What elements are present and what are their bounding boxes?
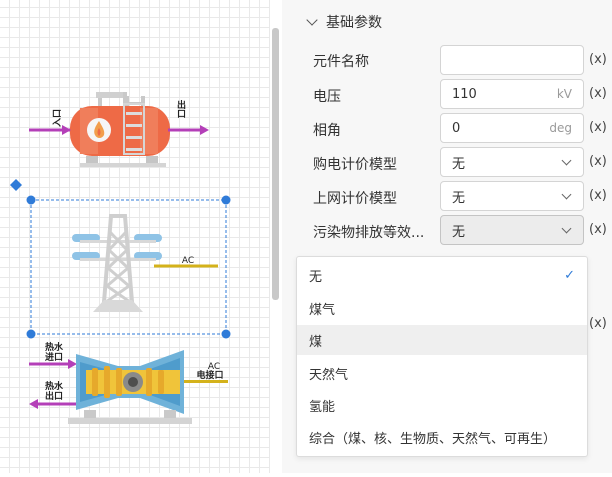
chevron-down-icon [306, 14, 318, 26]
gas-tank-component[interactable]: 入口 出口 [29, 92, 209, 167]
pollutant-emission-select[interactable]: 无 [440, 215, 584, 245]
expr-button-feedin-pricing[interactable]: (x) [589, 188, 607, 203]
tower-ac-label: AC [182, 256, 194, 266]
feedin-pricing-value: 无 [452, 190, 466, 206]
option-label: 氢能 [309, 399, 336, 415]
purchase-pricing-select[interactable]: 无 [440, 147, 584, 177]
voltage-value: 110 [452, 86, 477, 102]
svg-text:进口: 进口 [45, 351, 63, 363]
purchase-pricing-value: 无 [452, 156, 466, 172]
label-voltage: 电压 [313, 89, 341, 105]
diagram-canvas[interactable]: 入口 出口 AC 热水 进口 热水 出口 AC 电接口 [0, 0, 270, 473]
phase-angle-input[interactable]: 0 deg [440, 113, 584, 143]
option-label: 煤气 [309, 302, 336, 318]
canvas-scrollbar[interactable] [272, 28, 279, 300]
label-feedin-pricing: 上网计价模型 [313, 191, 397, 207]
phase-angle-value: 0 [452, 120, 461, 136]
selected-tower-component[interactable]: AC [10, 179, 231, 339]
expr-button-phase-angle[interactable]: (x) [589, 120, 607, 135]
option-label: 无 [309, 269, 323, 285]
option-label: 天然气 [309, 367, 349, 383]
label-element-name: 元件名称 [313, 54, 369, 70]
section-title: 基础参数 [326, 15, 382, 31]
check-icon: ✓ [564, 267, 575, 283]
dropdown-option-combined[interactable]: 综合（煤、核、生物质、天然气、可再生） [297, 422, 587, 452]
svg-text:电接口: 电接口 [196, 369, 223, 381]
chevron-down-icon [561, 189, 572, 199]
dropdown-option-hydrogen[interactable]: 氢能 [297, 390, 587, 420]
expr-button-voltage[interactable]: (x) [589, 86, 607, 101]
label-phase-angle: 相角 [313, 123, 341, 139]
label-purchase-pricing: 购电计价模型 [313, 157, 397, 173]
tank-inlet-label: 入口 [52, 109, 63, 128]
section-header-basic-params[interactable]: 基础参数 [306, 12, 382, 32]
expr-button-hidden-row[interactable]: (x) [589, 316, 607, 331]
chevron-down-icon [561, 223, 572, 233]
option-label: 煤 [309, 334, 323, 350]
pollutant-emission-value: 无 [452, 224, 466, 240]
expr-button-purchase-pricing[interactable]: (x) [589, 154, 607, 169]
expr-button-element-name[interactable]: (x) [589, 52, 607, 67]
dropdown-option-coal[interactable]: 煤 [297, 325, 587, 355]
feedin-pricing-select[interactable]: 无 [440, 181, 584, 211]
hot-water-out-label: 热水 [45, 380, 64, 392]
emission-options-dropdown: 无 ✓ 煤气 煤 天然气 氢能 综合（煤、核、生物质、天然气、可再生） [296, 256, 588, 457]
dropdown-option-none[interactable]: 无 ✓ [297, 260, 587, 290]
tank-outlet-label-v: 出口 [175, 99, 186, 119]
voltage-input[interactable]: 110 kV [440, 79, 584, 109]
dropdown-option-natural-gas[interactable]: 天然气 [297, 358, 587, 388]
phase-angle-unit: deg [549, 121, 572, 135]
chevron-down-icon [561, 155, 572, 165]
label-pollutant-emission: 污染物排放等效... [313, 225, 425, 241]
hot-water-in-label: 热水 [45, 341, 64, 353]
voltage-unit: kV [556, 87, 572, 101]
svg-text:出口: 出口 [45, 390, 63, 402]
expr-button-pollutant-emission[interactable]: (x) [589, 222, 607, 237]
dropdown-option-coal-gas[interactable]: 煤气 [297, 293, 587, 323]
turbine-component[interactable]: 热水 进口 热水 出口 AC 电接口 [29, 341, 228, 424]
option-label: 综合（煤、核、生物质、天然气、可再生） [309, 431, 557, 447]
element-name-input[interactable] [440, 45, 584, 75]
